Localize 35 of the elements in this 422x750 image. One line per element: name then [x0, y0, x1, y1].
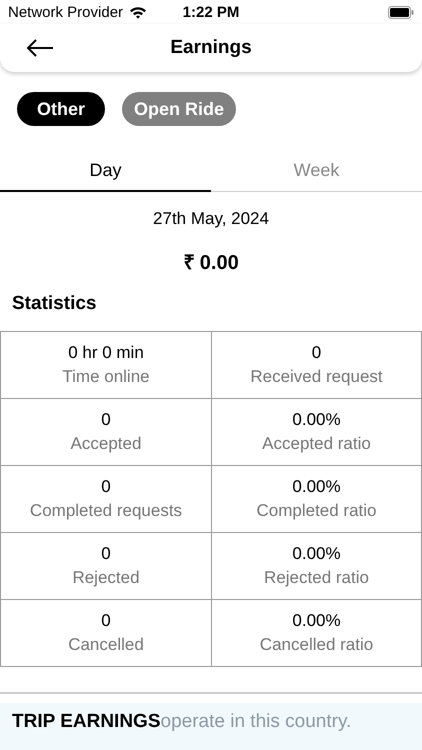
- stat-value: 0: [101, 477, 111, 497]
- section-title: TRIP EARNINGS: [12, 710, 161, 732]
- stat-value: 0: [312, 343, 322, 363]
- stat-label: Rejected: [72, 568, 140, 588]
- stat-label: Completed requests: [30, 501, 182, 521]
- stat-label: Received request: [250, 367, 383, 387]
- tab[interactable]: Week: [211, 150, 422, 192]
- page-title: Earnings: [170, 37, 252, 59]
- stat-label: Cancelled ratio: [260, 635, 374, 655]
- section-title: Statistics: [12, 293, 98, 315]
- stat-value: 0: [101, 410, 111, 430]
- status-time: 1:22 PM: [182, 4, 240, 20]
- stat-label: Rejected ratio: [264, 568, 369, 588]
- toast-message: operate in this country.: [160, 710, 352, 732]
- stat-value: 0 hr 0 min: [68, 343, 144, 363]
- stat-value: 0: [101, 544, 111, 564]
- stat-value: 0.00%: [292, 477, 341, 497]
- amount-text: ₹ 0.00: [182, 251, 240, 275]
- tab[interactable]: Day: [0, 150, 211, 192]
- stat-label: Cancelled: [68, 635, 144, 655]
- wifi-icon: [129, 6, 148, 18]
- stat-value: 0.00%: [292, 544, 341, 564]
- carrier-name: Network Provider: [8, 4, 124, 20]
- filter-chip[interactable]: Other: [17, 92, 106, 126]
- stat-label: Accepted ratio: [262, 434, 371, 454]
- filter-chip[interactable]: Open Ride: [122, 92, 236, 126]
- stat-value: 0.00%: [292, 410, 341, 430]
- stat-label: Completed ratio: [256, 501, 376, 521]
- stat-label: Accepted: [70, 434, 142, 454]
- back-arrow-icon[interactable]: [26, 39, 54, 57]
- battery-icon: [388, 6, 414, 18]
- stat-value: 0: [101, 611, 111, 631]
- stat-value: 0.00%: [292, 611, 341, 631]
- stat-label: Time online: [62, 367, 150, 387]
- date-text: 27th May, 2024: [152, 209, 270, 229]
